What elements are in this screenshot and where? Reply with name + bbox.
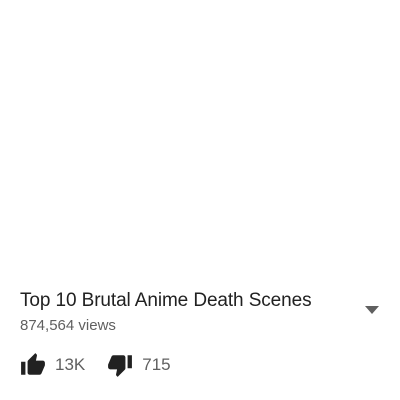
- like-count: 13K: [55, 355, 86, 374]
- like-button[interactable]: 13K: [20, 352, 85, 378]
- thumb-down-icon: [108, 355, 133, 377]
- dislike-button[interactable]: 715: [107, 352, 171, 378]
- app-screen: Top 10 Brutal Anime Death Scenes 874,564…: [0, 0, 400, 400]
- expand-description-button[interactable]: [362, 302, 382, 318]
- video-info-panel: Top 10 Brutal Anime Death Scenes 874,564…: [0, 278, 400, 400]
- video-title[interactable]: Top 10 Brutal Anime Death Scenes: [20, 290, 312, 312]
- video-player[interactable]: [0, 0, 400, 278]
- action-bar: 13K 715: [20, 350, 171, 380]
- thumb-up-icon: [21, 353, 45, 375]
- view-count: 874,564 views: [20, 317, 116, 334]
- dislike-count: 715: [142, 355, 171, 374]
- chevron-down-icon: [365, 306, 379, 314]
